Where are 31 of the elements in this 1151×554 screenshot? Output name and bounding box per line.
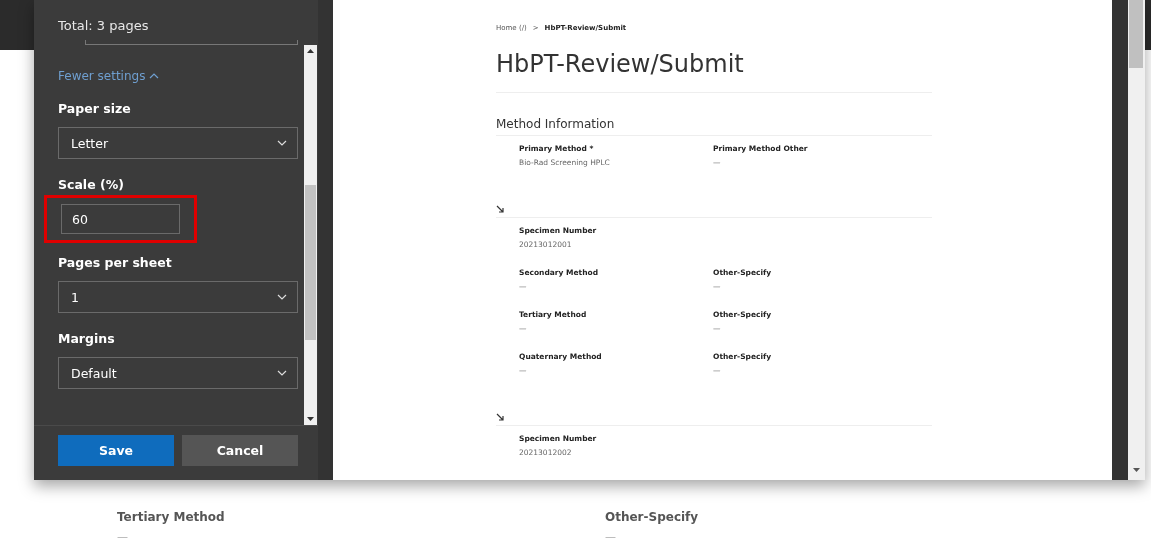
scrollbar-thumb[interactable] <box>305 185 316 340</box>
setting-label: Pages per sheet <box>58 255 172 270</box>
arrow-icon <box>496 413 504 421</box>
scrollbar-thumb[interactable] <box>1129 0 1143 68</box>
chevron-down-icon <box>277 294 287 300</box>
scale-input[interactable]: 60 <box>61 204 180 234</box>
page-count: Total: 3 pages <box>58 18 150 33</box>
field-label: Tertiary Method <box>117 510 225 524</box>
chevron-down-icon <box>277 140 287 146</box>
setting-label: Paper size <box>58 101 131 116</box>
section-title: Method Information <box>496 117 616 131</box>
cancel-button[interactable]: Cancel <box>182 435 298 466</box>
setting-label: Scale (%) <box>58 177 124 192</box>
input-field[interactable] <box>85 40 298 45</box>
chevron-up-icon <box>149 73 160 79</box>
setting-label: Margins <box>58 331 115 346</box>
scrollbar[interactable] <box>1128 0 1145 480</box>
scroll-down-icon[interactable] <box>307 417 314 421</box>
field-value: — <box>117 530 128 543</box>
dropdown[interactable]: Letter <box>58 127 298 159</box>
page-title: HbPT-Review/Submit <box>496 50 745 78</box>
chevron-down-icon <box>277 370 287 376</box>
dropdown[interactable]: 1 <box>58 281 298 313</box>
field-value: — <box>605 530 616 543</box>
fewer-settings-toggle[interactable]: Fewer settings <box>58 69 160 83</box>
field-label: Other-Specify <box>605 510 699 524</box>
dropdown[interactable]: Default <box>58 357 298 389</box>
scroll-down-icon[interactable] <box>1133 468 1140 472</box>
save-button[interactable]: Save <box>58 435 174 466</box>
scrollbar[interactable] <box>304 45 317 425</box>
arrow-icon <box>496 205 504 213</box>
